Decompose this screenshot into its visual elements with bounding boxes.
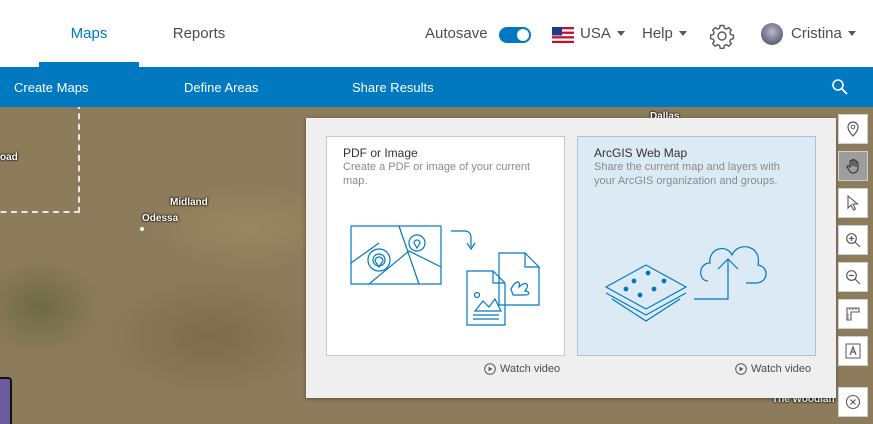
map-toolbar <box>836 110 873 424</box>
clear-icon <box>845 394 861 410</box>
nav-bar: Create Maps Define Areas Share Results <box>0 67 873 107</box>
tab-maps[interactable]: Maps <box>39 0 139 67</box>
card-title: PDF or Image <box>343 146 418 160</box>
nav-share-results-label: Share Results <box>352 79 434 95</box>
watch-video-link[interactable]: Watch video <box>484 363 560 375</box>
search-icon[interactable] <box>831 78 849 96</box>
toggle-knob <box>517 29 529 41</box>
card-description: Create a PDF or image of your current ma… <box>343 161 531 187</box>
nav-create-maps-label: Create Maps <box>14 79 89 95</box>
play-icon <box>484 363 496 375</box>
watch-video-label: Watch video <box>751 363 812 375</box>
nav-define-areas[interactable]: Define Areas <box>184 67 258 107</box>
measure-icon <box>846 307 860 321</box>
user-menu[interactable]: Cristina <box>791 0 856 67</box>
city-dot <box>140 227 144 231</box>
select-arrow-icon <box>847 195 860 211</box>
map-pin-button[interactable] <box>838 114 868 144</box>
map-pin-icon <box>847 121 859 137</box>
watch-video-link[interactable]: Watch video <box>735 363 811 375</box>
play-icon <box>735 363 747 375</box>
nav-define-areas-label: Define Areas <box>184 79 259 95</box>
nav-share-results[interactable]: Share Results <box>352 67 434 107</box>
share-results-panel: PDF or Image Create a PDF or image of yo… <box>306 118 836 398</box>
app-window: Maps Reports Autosave USA Help Cristina … <box>0 0 873 424</box>
chevron-down-icon <box>616 31 625 36</box>
pan-hand-icon <box>846 158 859 174</box>
chevron-down-icon <box>847 31 856 36</box>
zoom-in-button[interactable] <box>838 225 868 255</box>
map-label-odessa: Odessa <box>142 213 179 224</box>
us-flag-icon <box>552 27 574 43</box>
autosave-toggle[interactable] <box>499 27 531 43</box>
clear-button[interactable] <box>838 387 868 417</box>
card-title: ArcGIS Web Map <box>594 146 688 160</box>
chevron-down-icon <box>678 31 687 36</box>
autosave-label: Autosave <box>425 25 488 42</box>
text-annotation-button[interactable] <box>838 336 868 366</box>
nav-create-maps[interactable]: Create Maps <box>14 67 88 107</box>
card-description: Share the current map and layers with yo… <box>594 161 780 187</box>
tab-reports-label: Reports <box>172 25 226 42</box>
area-shape <box>0 377 12 424</box>
help-label: Help <box>642 25 673 42</box>
user-name: Cristina <box>791 25 842 42</box>
map-label-road: oad <box>0 152 18 163</box>
tab-reports[interactable]: Reports <box>149 0 249 67</box>
select-button[interactable] <box>838 188 868 218</box>
zoom-in-icon <box>846 233 861 248</box>
map-label-midland: Midland <box>170 197 208 208</box>
text-annotation-icon <box>845 343 861 359</box>
measure-button[interactable] <box>838 299 868 329</box>
tab-maps-label: Maps <box>70 25 108 42</box>
zoom-out-button[interactable] <box>838 262 868 292</box>
web-map-cloud-illustration-icon <box>604 246 767 322</box>
help-dropdown[interactable]: Help <box>642 0 687 67</box>
avatar[interactable] <box>761 23 783 45</box>
country-dropdown[interactable]: USA <box>580 0 625 67</box>
country-label: USA <box>580 25 611 42</box>
pdf-image-card[interactable]: PDF or Image Create a PDF or image of yo… <box>326 136 565 356</box>
gear-icon[interactable] <box>709 23 735 49</box>
top-header: Maps Reports Autosave USA Help Cristina <box>0 0 873 67</box>
zoom-out-icon <box>846 270 861 285</box>
pdf-image-illustration-icon <box>350 225 540 326</box>
pan-button[interactable] <box>838 151 868 181</box>
watch-video-label: Watch video <box>500 363 561 375</box>
arcgis-web-map-card[interactable]: ArcGIS Web Map Share the current map and… <box>577 136 816 356</box>
